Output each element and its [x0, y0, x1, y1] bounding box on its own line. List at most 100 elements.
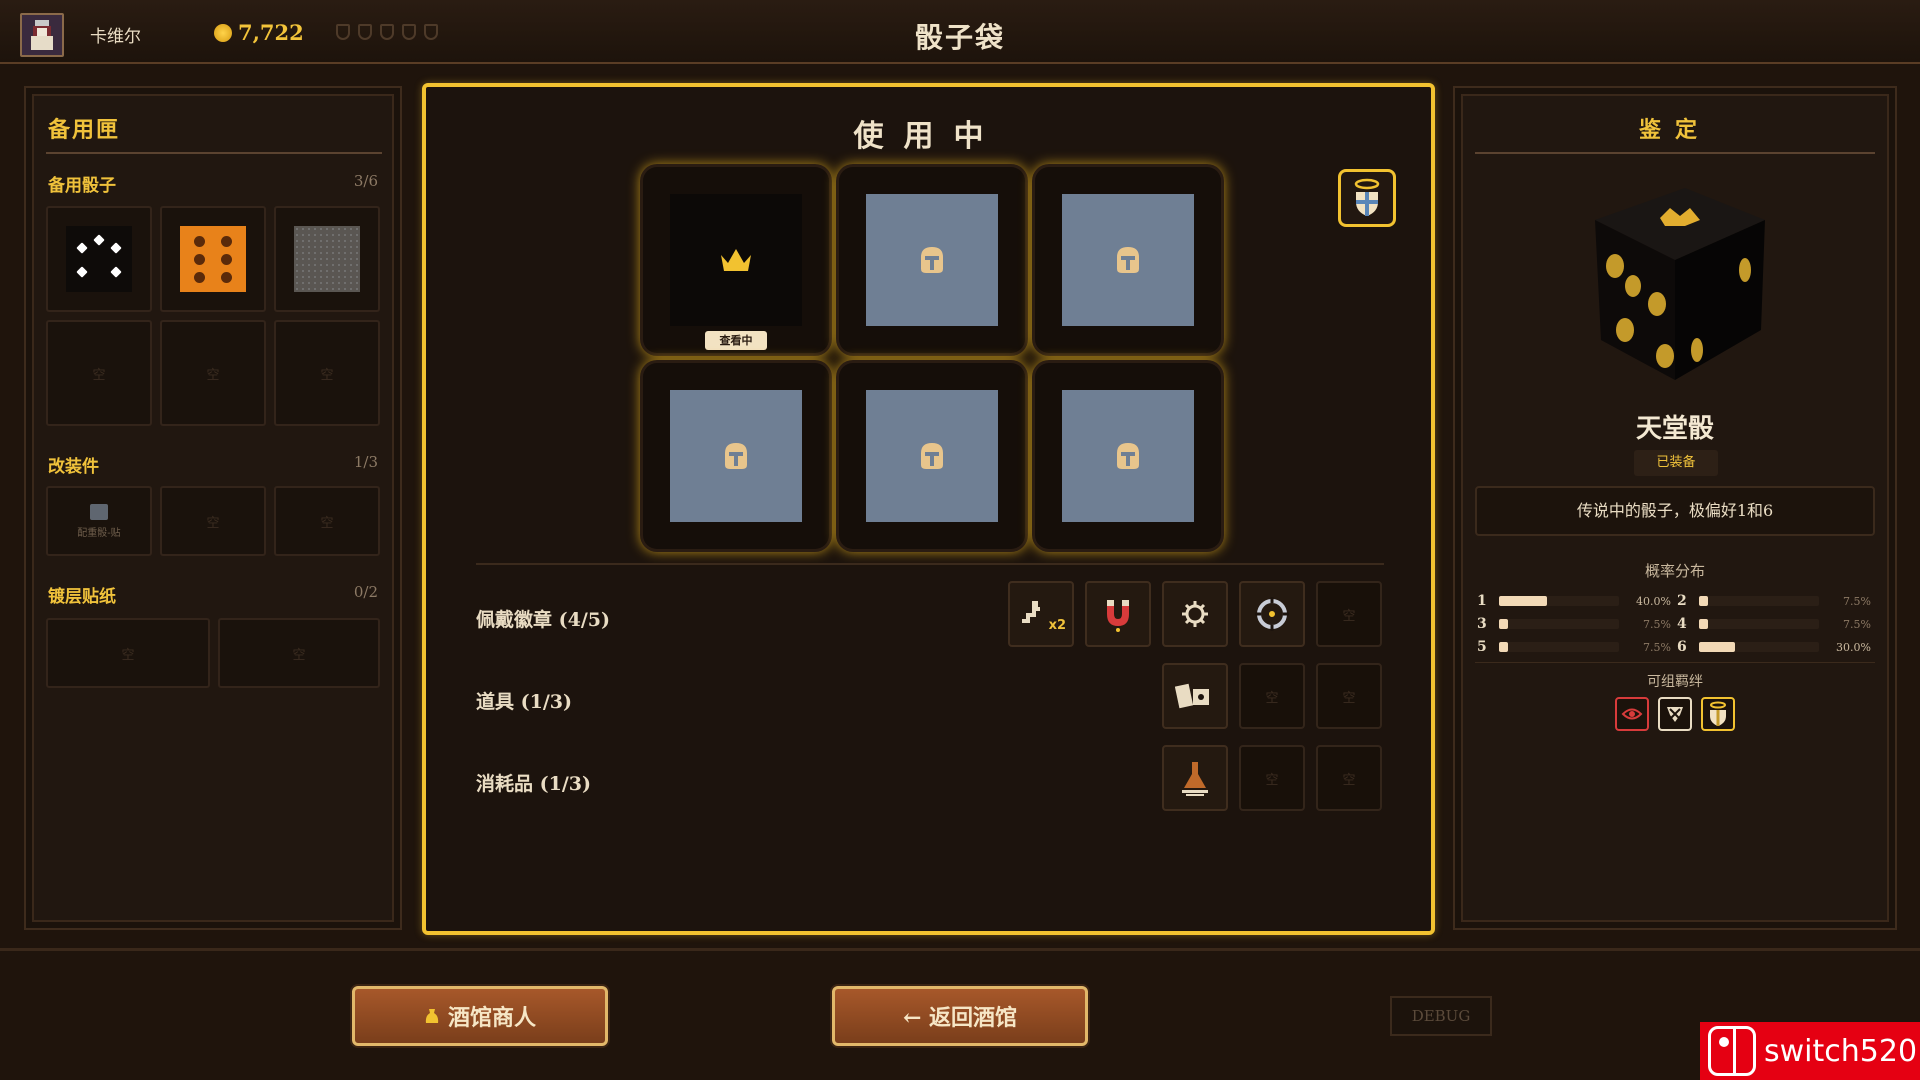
- mod-slot[interactable]: 配重骰-贴: [46, 486, 152, 556]
- spare-dice-slot[interactable]: [46, 206, 152, 312]
- empty-slot[interactable]: 空: [160, 320, 266, 426]
- site-watermark: switch520: [1700, 1022, 1920, 1080]
- spare-box-title: 备用匣: [48, 117, 121, 143]
- helmet-icon: [1117, 247, 1139, 273]
- empty-label: 空: [1342, 608, 1356, 624]
- probability-fill: [1499, 619, 1508, 629]
- bag-die-slot[interactable]: [643, 363, 829, 549]
- probability-row: 1 40.0%: [1477, 593, 1677, 609]
- tool-slot[interactable]: [1162, 663, 1228, 729]
- divider: [46, 152, 382, 154]
- probability-row: 5 7.5%: [1477, 639, 1677, 655]
- probability-fill: [1499, 642, 1508, 652]
- empty-slot[interactable]: 空: [1316, 581, 1382, 647]
- probability-fill: [1699, 642, 1735, 652]
- probability-track: [1699, 642, 1819, 652]
- probability-row: 2 7.5%: [1677, 593, 1877, 609]
- bag-die-slot[interactable]: [839, 363, 1025, 549]
- tavern-merchant-button[interactable]: 酒馆商人: [352, 986, 608, 1046]
- gear-icon: [1182, 601, 1208, 627]
- in-use-panel: 使用中 查看中 佩戴徽章 (4/5) x2 空 道具 (1/3) 空 空 消耗品…: [422, 83, 1435, 935]
- badge-slot[interactable]: x2: [1008, 581, 1074, 647]
- tavern-merchant-label: 酒馆商人: [447, 1005, 536, 1031]
- halo-shield-icon: [1710, 701, 1726, 726]
- top-bar: 卡维尔 7,722 骰子袋: [0, 0, 1920, 64]
- helmet-icon: [921, 247, 943, 273]
- empty-slot[interactable]: 空: [160, 486, 266, 556]
- mods-count: 1/3: [353, 453, 378, 471]
- bag-die-slot[interactable]: [839, 167, 1025, 353]
- spare-dice-slot[interactable]: [274, 206, 380, 312]
- page-title: 骰子袋: [914, 21, 1005, 54]
- helmet-icon: [725, 443, 747, 469]
- combo-badge[interactable]: [1658, 697, 1692, 731]
- bag-die-slot[interactable]: [1035, 363, 1221, 549]
- empty-label: 空: [92, 367, 106, 383]
- probability-title: 概率分布: [1644, 562, 1705, 580]
- helmet-die-face: [1062, 194, 1194, 326]
- combo-badge[interactable]: [1615, 697, 1649, 731]
- back-to-tavern-button[interactable]: ← 返回酒馆: [832, 986, 1088, 1046]
- orange-die-icon: [180, 226, 246, 292]
- appraisal-title: 鉴定: [1638, 117, 1711, 143]
- debug-button[interactable]: DEBUG: [1390, 996, 1492, 1036]
- halo-shield-button[interactable]: [1338, 169, 1396, 227]
- x2-label: x2: [1048, 618, 1066, 633]
- coatings-count: 0/2: [353, 583, 378, 601]
- badge-slot[interactable]: [1239, 581, 1305, 647]
- empty-label: 空: [292, 647, 306, 663]
- target-icon: [1255, 597, 1289, 631]
- appraisal-panel: 鉴定 天堂骰 已装备 传说中的骰子，极偏好1和6 概率分布 1 40.0% 2 …: [1453, 86, 1897, 930]
- mod-caption: 配重骰-贴: [77, 527, 121, 539]
- combo-title: 可组羁绊: [1647, 674, 1703, 690]
- card-die-icon: [1175, 683, 1209, 709]
- helmet-icon: [921, 443, 943, 469]
- helmet-icon: [1117, 443, 1139, 469]
- dice-name: 天堂骰: [1635, 414, 1714, 444]
- empty-slot[interactable]: 空: [1316, 663, 1382, 729]
- probability-row: 6 30.0%: [1677, 639, 1877, 655]
- bag-die-slot[interactable]: 查看中: [643, 167, 829, 353]
- probability-track: [1499, 596, 1619, 606]
- empty-slot[interactable]: 空: [274, 320, 380, 426]
- probability-row: 3 7.5%: [1477, 616, 1677, 632]
- spare-box-panel: 备用匣 备用骰子 3/6 空 空 空 改装件 1/3 配重骰-贴 空 空 镀层贴…: [24, 86, 402, 930]
- probability-pct: 40.0%: [1636, 594, 1671, 608]
- eye-icon: [1621, 708, 1643, 720]
- badge-slot[interactable]: [1085, 581, 1151, 647]
- empty-slot[interactable]: 空: [218, 618, 380, 688]
- dice-description: 传说中的骰子，极偏好1和6: [1475, 486, 1875, 536]
- face-label: 2: [1677, 593, 1687, 609]
- sword-shield-icon: [1667, 707, 1683, 722]
- badges-label: 佩戴徽章 (4/5): [476, 609, 610, 631]
- bag-die-slot[interactable]: [1035, 167, 1221, 353]
- empty-slot[interactable]: 空: [46, 320, 152, 426]
- consumable-slot[interactable]: [1162, 745, 1228, 811]
- probability-pct: 30.0%: [1836, 640, 1871, 654]
- probability-track: [1499, 642, 1619, 652]
- empty-slot[interactable]: 空: [1239, 663, 1305, 729]
- consumables-label: 消耗品 (1/3): [476, 773, 591, 795]
- black-die-icon: [66, 226, 132, 292]
- empty-slot[interactable]: 空: [274, 486, 380, 556]
- badge-slot[interactable]: [1162, 581, 1228, 647]
- probability-fill: [1499, 596, 1547, 606]
- probability-pct: 7.5%: [1643, 617, 1671, 631]
- empty-label: 空: [206, 367, 220, 383]
- probability-fill: [1699, 619, 1708, 629]
- equipped-badge: 已装备: [1634, 450, 1718, 476]
- empty-slot[interactable]: 空: [1239, 745, 1305, 811]
- bag-icon: [425, 1009, 439, 1023]
- probability-fill: [1699, 596, 1708, 606]
- probability-row: 4 7.5%: [1677, 616, 1877, 632]
- viewing-tag: 查看中: [705, 331, 767, 350]
- spare-dice-slot[interactable]: [160, 206, 266, 312]
- switch-logo-icon: [1708, 1026, 1756, 1076]
- weighted-die-icon: [90, 503, 108, 520]
- empty-label: 空: [320, 367, 334, 383]
- empty-slot[interactable]: 空: [1316, 745, 1382, 811]
- face-label: 3: [1477, 616, 1487, 632]
- combo-badge[interactable]: [1701, 697, 1735, 731]
- empty-slot[interactable]: 空: [46, 618, 210, 688]
- empty-label: 空: [1342, 772, 1356, 788]
